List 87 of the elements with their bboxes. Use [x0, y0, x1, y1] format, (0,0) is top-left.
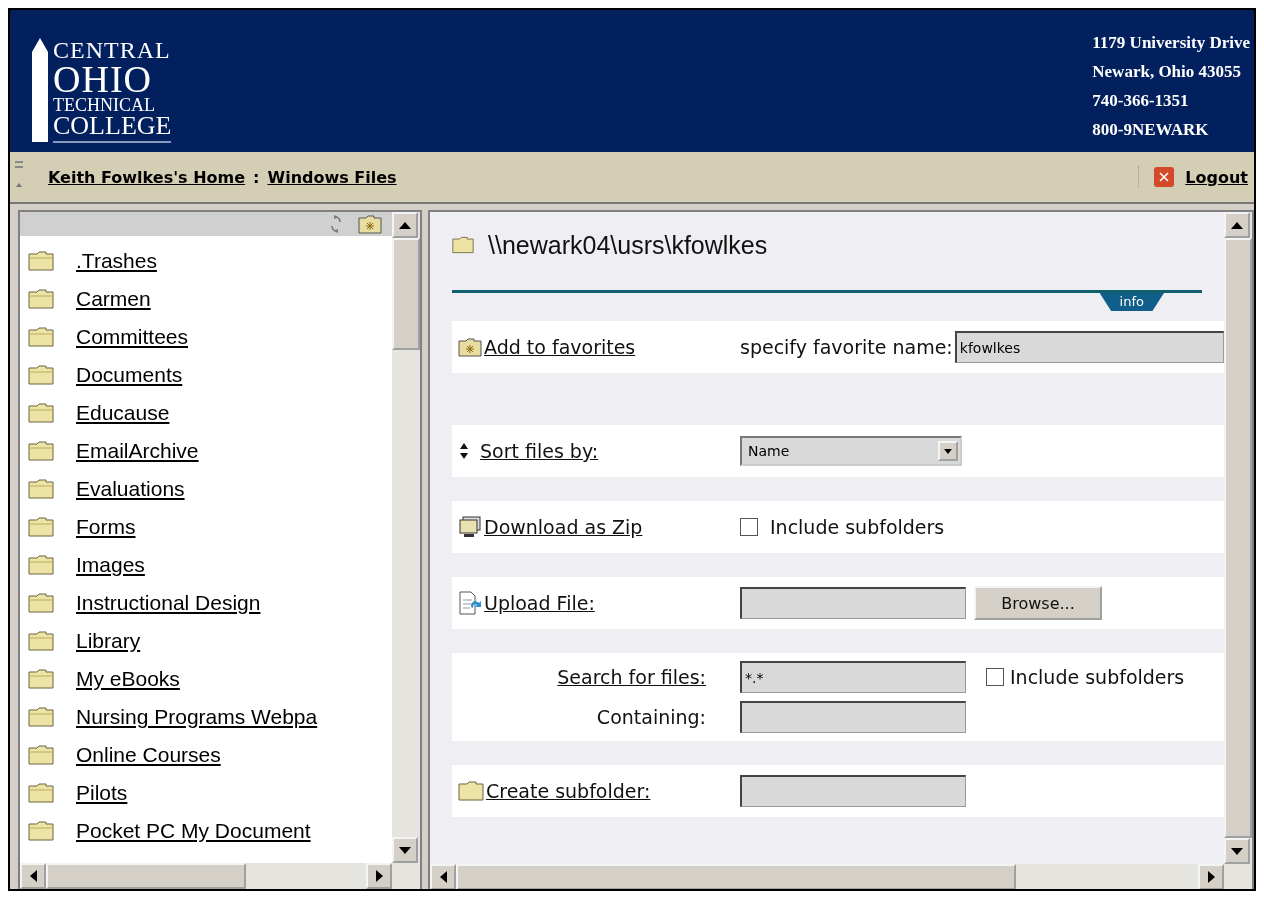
folder-icon — [28, 555, 54, 575]
containing-label: Containing: — [596, 706, 706, 728]
favorite-name-field[interactable]: kfowlkes — [954, 331, 1224, 363]
scrollbar[interactable] — [20, 863, 420, 889]
scrollbar[interactable] — [430, 864, 1252, 889]
sort-dropdown[interactable]: Name — [740, 436, 962, 466]
folder-icon — [28, 593, 54, 613]
folder-icon — [28, 707, 54, 727]
folder-link[interactable]: Evaluations — [76, 477, 185, 501]
folder-icon — [28, 441, 54, 461]
subfolder-name-field[interactable] — [740, 775, 966, 807]
address-line: 740-366-1351 — [1092, 90, 1190, 112]
scroll-right-button[interactable] — [1198, 864, 1224, 889]
favorite-folder-icon[interactable] — [358, 214, 382, 234]
scroll-up-button[interactable] — [392, 212, 418, 238]
folder-icon — [28, 669, 54, 689]
folder-link[interactable]: Pilots — [76, 781, 128, 805]
favorite-name-label: specify favorite name: — [740, 336, 953, 358]
scroll-right-button[interactable] — [366, 863, 392, 889]
folder-link[interactable]: Forms — [76, 515, 136, 539]
folder-icon — [28, 479, 54, 499]
upload-file-field[interactable] — [740, 587, 966, 619]
search-files-link[interactable]: Search for files: — [557, 666, 706, 688]
add-favorites-link[interactable]: Add to favorites — [484, 336, 636, 358]
checkbox[interactable] — [986, 668, 1004, 686]
info-tab[interactable]: info — [1099, 293, 1164, 311]
folder-icon — [28, 365, 54, 385]
folder-link[interactable]: Educause — [76, 401, 170, 425]
breadcrumb-link[interactable]: Keith Fowlkes's Home — [48, 167, 246, 187]
folder-path: \\newark04\usrs\kfowlkes — [488, 230, 768, 260]
folder-link[interactable]: Nursing Programs Webpa — [76, 705, 318, 729]
download-zip-link[interactable]: Download as Zip — [484, 516, 643, 538]
breadcrumb-link[interactable]: Windows Files — [267, 167, 397, 187]
folder-icon — [28, 403, 54, 423]
address-line: Newark, Ohio 43055 — [1092, 61, 1243, 83]
scroll-up-button[interactable] — [1224, 212, 1250, 238]
create-subfolder-link[interactable]: Create subfolder: — [486, 780, 651, 802]
logo-text: TECHNICAL — [53, 96, 156, 115]
computer-icon — [458, 516, 482, 538]
folder-link[interactable]: EmailArchive — [76, 439, 199, 463]
folder-icon — [452, 236, 474, 254]
breadcrumb-separator: : — [253, 167, 260, 187]
folder-link[interactable]: Committees — [76, 325, 189, 349]
obelisk-logo-icon — [30, 38, 50, 142]
scroll-left-button[interactable] — [20, 863, 46, 889]
caret-icon — [938, 441, 958, 461]
folder-link[interactable]: Images — [76, 553, 145, 577]
folder-link[interactable]: Pocket PC My Document — [76, 819, 311, 843]
search-pattern-field[interactable]: *.* — [740, 661, 966, 693]
checkbox[interactable] — [740, 518, 758, 536]
folder-link[interactable]: Instructional Design — [76, 591, 261, 615]
close-icon — [1153, 166, 1176, 188]
folder-icon — [28, 821, 54, 841]
logout-link[interactable]: Logout — [1185, 167, 1248, 187]
sort-files-link[interactable]: Sort files by: — [480, 440, 599, 462]
folder-link[interactable]: Carmen — [76, 287, 151, 311]
folder-icon — [28, 289, 54, 309]
folder-link[interactable]: Online Courses — [76, 743, 221, 767]
folder-link[interactable]: .Trashes — [76, 249, 157, 273]
scroll-left-button[interactable] — [430, 864, 456, 889]
folder-link[interactable]: Library — [76, 629, 141, 653]
browse-button[interactable]: Browse... — [974, 586, 1102, 620]
refresh-icon[interactable] — [330, 215, 342, 233]
scrollbar[interactable] — [392, 212, 420, 863]
scroll-down-button[interactable] — [392, 837, 418, 863]
address-line: 1179 University Drive — [1092, 32, 1250, 54]
folder-icon — [458, 781, 484, 801]
upload-file-link[interactable]: Upload File: — [484, 592, 595, 614]
folder-icon — [28, 327, 54, 347]
folder-icon — [28, 251, 54, 271]
address-line: 800-9NEWARK — [1092, 119, 1210, 141]
containing-field[interactable] — [740, 701, 966, 733]
folder-icon — [28, 517, 54, 537]
folder-link[interactable]: My eBooks — [76, 667, 180, 691]
sort-arrows-icon — [458, 442, 470, 460]
folder-icon — [28, 631, 54, 651]
favorite-folder-icon — [458, 337, 482, 357]
folder-icon — [28, 745, 54, 765]
logo-text: CENTRAL — [53, 38, 172, 62]
checkbox-label: Include subfolders — [770, 516, 945, 538]
logo-text: COLLEGE — [53, 114, 172, 139]
folder-link[interactable]: Documents — [76, 363, 183, 387]
logo-text: OHIO — [53, 62, 152, 97]
scroll-down-button[interactable] — [1224, 838, 1250, 864]
folder-icon — [28, 783, 54, 803]
checkbox-label: Include subfolders — [1010, 666, 1185, 688]
upload-document-icon — [458, 591, 482, 615]
